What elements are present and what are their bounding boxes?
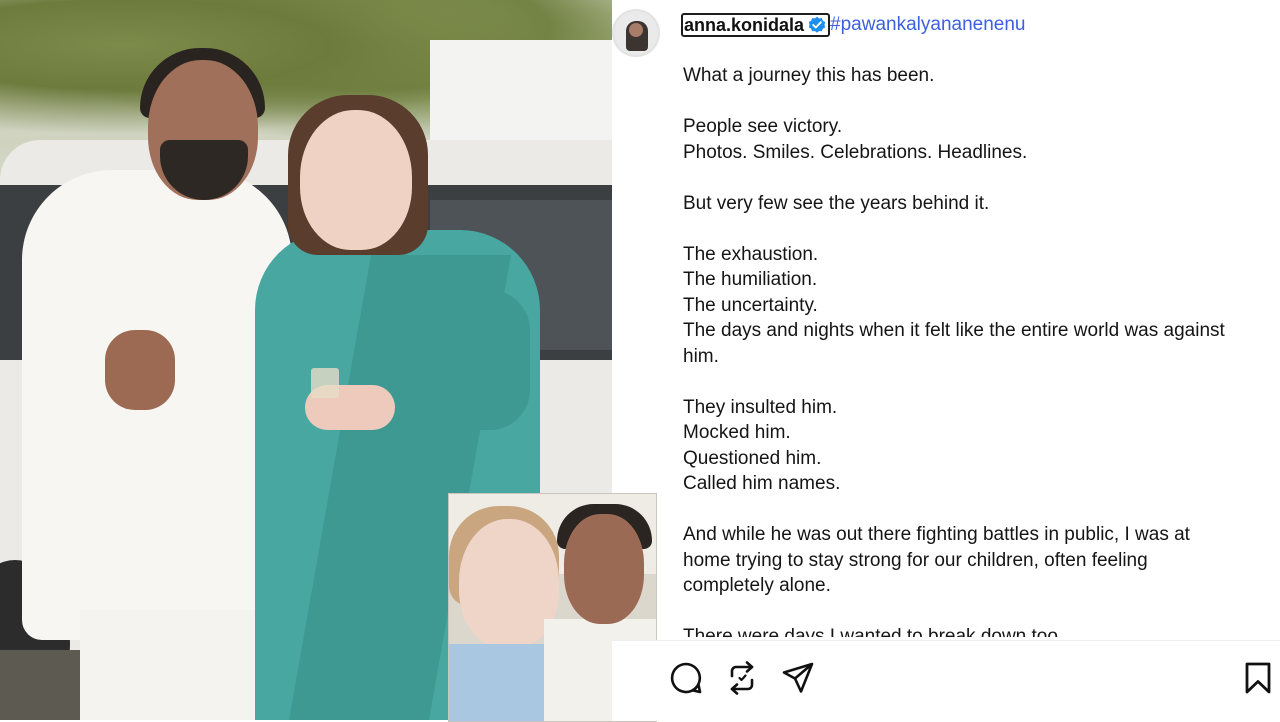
- hashtag-link[interactable]: #pawankalyananenenu: [830, 14, 1025, 36]
- caption-line: home trying to stay strong for our child…: [683, 549, 1148, 571]
- caption-line: And while he was out there fighting batt…: [683, 524, 1190, 545]
- comment-icon[interactable]: [668, 660, 704, 696]
- caption-line: Called him names.: [683, 473, 841, 494]
- caption-line: completely alone.: [683, 575, 831, 596]
- share-icon[interactable]: [780, 660, 816, 696]
- caption-line: But very few see the years behind it.: [683, 192, 990, 214]
- caption-line: There were days I wanted to break down t…: [683, 626, 1064, 637]
- glass: [311, 368, 339, 398]
- caption-line: [683, 89, 1263, 115]
- caption-line: The humiliation.: [683, 269, 818, 290]
- caption-line: The exhaustion.: [683, 243, 819, 265]
- caption-line: [683, 165, 1263, 191]
- caption-line: The days and nights when it felt like th…: [683, 320, 1225, 341]
- post-action-bar: [612, 640, 1280, 721]
- caption-line: [683, 497, 1263, 523]
- username-link[interactable]: anna.konidala: [681, 13, 831, 37]
- caption-line: They insulted him.: [683, 396, 838, 418]
- selfie-woman-dress: [449, 644, 559, 721]
- bookmark-icon[interactable]: [1240, 660, 1276, 696]
- caption-line: [683, 369, 1263, 395]
- selfie-man-face: [564, 514, 644, 624]
- repost-icon[interactable]: [724, 660, 760, 696]
- woman-face: [300, 110, 412, 250]
- woman-arm: [440, 290, 530, 430]
- caption-line: What a journey this has been.: [683, 65, 935, 86]
- caption-line: him.: [683, 345, 719, 367]
- caption-line: [683, 599, 1263, 625]
- caption-line: Questioned him.: [683, 447, 822, 469]
- caption-line: People see victory.: [683, 116, 843, 137]
- caption-line: Photos. Smiles. Celebrations. Headlines.: [683, 141, 1028, 163]
- avatar-face: [629, 23, 643, 37]
- man-trousers: [80, 610, 255, 720]
- post-caption-panel: anna.konidala #pawankalyananenenu What a…: [612, 0, 1280, 720]
- caption-line: The uncertainty.: [683, 294, 818, 316]
- caption-line: [683, 216, 1263, 242]
- post-header: anna.konidala #pawankalyananenenu: [681, 11, 1026, 39]
- profile-avatar[interactable]: [612, 9, 660, 57]
- verified-badge-icon: [808, 16, 826, 34]
- caption-text: What a journey this has been. People see…: [683, 63, 1263, 637]
- username[interactable]: anna.konidala: [684, 15, 804, 36]
- caption-line: Mocked him.: [683, 422, 791, 443]
- thumbs-up-hand: [105, 330, 175, 410]
